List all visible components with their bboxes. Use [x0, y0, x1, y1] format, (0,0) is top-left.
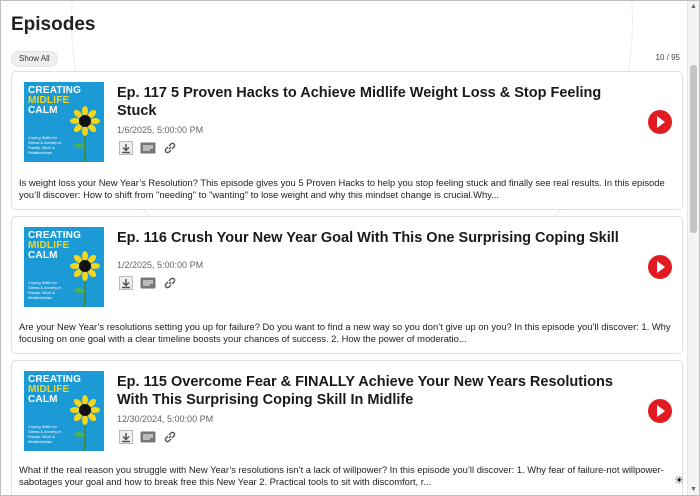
transcript-icon[interactable] [140, 142, 156, 154]
episode-actions [119, 141, 177, 155]
theme-toggle-icon[interactable]: ☀ [674, 474, 684, 487]
episode-actions [119, 430, 177, 444]
sunflower-icon [70, 106, 100, 162]
link-icon[interactable] [163, 141, 177, 155]
show-all-button[interactable]: Show All [11, 51, 58, 67]
scrollbar-thumb[interactable] [690, 65, 697, 233]
episode-description: Are your New Year’s resolutions setting … [19, 321, 671, 344]
transcript-icon[interactable] [140, 431, 156, 443]
episode-description: What if the real reason you struggle wit… [19, 464, 664, 487]
artwork-title-line: CALM [28, 394, 58, 405]
episode-title[interactable]: Ep. 117 5 Proven Hacks to Achieve Midlif… [117, 84, 622, 120]
episode-card[interactable]: CREATING MIDLIFE CALM Coping Skills for … [11, 216, 683, 354]
episode-title[interactable]: Ep. 116 Crush Your New Year Goal With Th… [117, 229, 622, 247]
episode-card[interactable]: CREATING MIDLIFE CALM Coping Skills for … [11, 360, 683, 495]
link-icon[interactable] [163, 276, 177, 290]
artwork-tagline: Coping Skills for Stress & Anxiety in Fa… [28, 424, 62, 444]
sunflower-icon [70, 395, 100, 451]
podcast-artwork: CREATING MIDLIFE CALM Coping Skills for … [24, 82, 104, 162]
podcast-artwork: CREATING MIDLIFE CALM Coping Skills for … [24, 227, 104, 307]
download-icon[interactable] [119, 430, 133, 444]
episode-title[interactable]: Ep. 115 Overcome Fear & FINALLY Achieve … [117, 373, 622, 409]
transcript-icon[interactable] [140, 277, 156, 289]
episode-card[interactable]: CREATING MIDLIFE CALM Coping Skills for … [11, 71, 683, 210]
artwork-tagline: Coping Skills for Stress & Anxiety in Fa… [28, 280, 62, 300]
episode-date: 1/6/2025, 5:00:00 PM [117, 125, 204, 135]
episode-actions [119, 276, 177, 290]
episode-description: Is weight loss your New Year’s Resolutio… [19, 177, 665, 200]
download-icon[interactable] [119, 276, 133, 290]
link-icon[interactable] [163, 430, 177, 444]
scroll-up-arrow-icon[interactable]: ▲ [688, 1, 699, 12]
episodes-panel: Episodes Show All 10 / 95 CREATING MIDLI… [0, 0, 700, 496]
play-button[interactable] [648, 255, 672, 279]
podcast-artwork: CREATING MIDLIFE CALM Coping Skills for … [24, 371, 104, 451]
artwork-title-line: CALM [28, 105, 58, 116]
page-title: Episodes [11, 14, 96, 35]
episode-count: 10 / 95 [655, 53, 680, 62]
artwork-tagline: Coping Skills for Stress & Anxiety in Fa… [28, 135, 62, 155]
play-button[interactable] [648, 399, 672, 423]
episode-date: 1/2/2025, 5:00:00 PM [117, 260, 204, 270]
scroll-down-arrow-icon[interactable]: ▼ [688, 484, 699, 495]
scrollbar[interactable]: ▲ ▼ [687, 1, 699, 495]
download-icon[interactable] [119, 141, 133, 155]
sunflower-icon [70, 251, 100, 307]
artwork-title-line: CALM [28, 250, 58, 261]
episode-date: 12/30/2024, 5:00:00 PM [117, 414, 214, 424]
play-button[interactable] [648, 110, 672, 134]
